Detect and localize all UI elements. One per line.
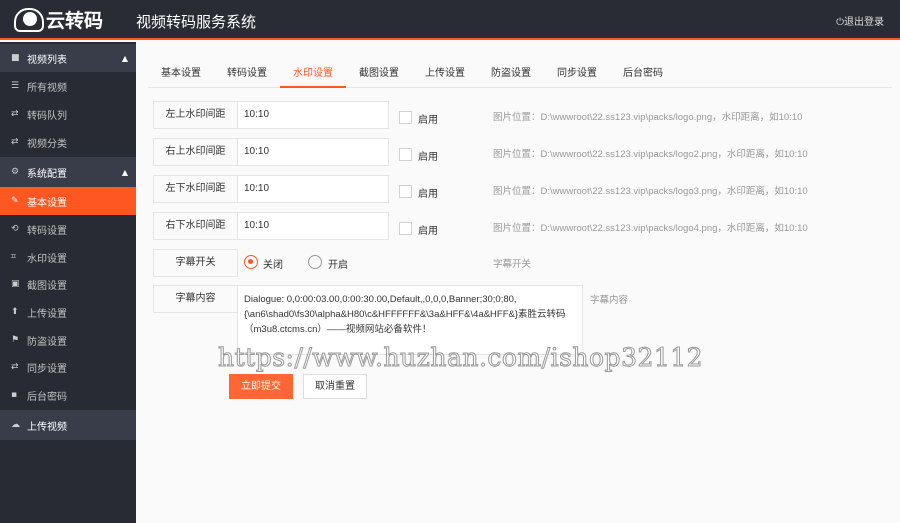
subtitle-on-radio[interactable] (308, 255, 322, 269)
item-label: 后台密码 (27, 391, 67, 403)
image-icon: ▣ (11, 279, 20, 289)
edit-icon: ✎ (11, 196, 19, 206)
subtitle-content-textarea[interactable]: Dialogue: 0,0:00:03.00,0:00:30.00,Defaul… (237, 285, 583, 355)
sidebar-item-screenshot-settings[interactable]: ▣ 截图设置 (0, 270, 136, 298)
item-label: 上传设置 (27, 308, 67, 320)
item-label: 同步设置 (27, 363, 67, 375)
bottom-right-enable-checkbox[interactable] (399, 222, 412, 235)
tab-transcode[interactable]: 转码设置 (214, 60, 280, 88)
subtitle-switch-label: 字幕开关 (153, 249, 238, 277)
bottom-right-margin-input[interactable]: 10:10 (237, 212, 389, 240)
sidebar-item-basic-settings[interactable]: ✎ 基本设置 (0, 187, 136, 215)
list-icon: ☰ (11, 81, 20, 91)
logo-text: 云转码 (46, 10, 104, 32)
sidebar-group-videos[interactable]: ■ 视频列表 ▲ (0, 44, 136, 72)
retweet-icon: ⟲ (11, 224, 19, 234)
top-right-enable-checkbox[interactable] (399, 148, 412, 161)
checkbox-label: 启用 (418, 226, 438, 237)
checkbox-label: 启用 (418, 115, 438, 126)
item-label: 转码队列 (27, 110, 67, 122)
item-label: 视频分类 (27, 138, 67, 150)
item-label: 水印设置 (27, 253, 67, 265)
item-label: 基本设置 (27, 197, 67, 209)
tab-antileech[interactable]: 防盗设置 (478, 60, 544, 88)
subtitle-content-hint: 字幕内容 (590, 295, 629, 306)
tab-basic[interactable]: 基本设置 (148, 60, 214, 88)
upload-icon: ⬆ (11, 307, 19, 317)
logout-label: 退出登录 (844, 17, 884, 28)
bottom-left-margin-input[interactable]: 10:10 (237, 175, 389, 203)
gear-icon: ⚙ (11, 167, 20, 177)
top-left-margin-label: 左上水印间距 (153, 101, 238, 129)
tab-password[interactable]: 后台密码 (610, 60, 676, 88)
subtitle-on-label: 开启 (328, 260, 348, 271)
sidebar-item-all-videos[interactable]: ☰ 所有视频 (0, 72, 136, 100)
sidebar-item-watermark-settings[interactable]: ⌗ 水印设置 (0, 243, 136, 271)
user-card-icon: ▪ (11, 390, 18, 400)
sidebar: ■ 视频列表 ▲ ☰ 所有视频 ⇄ 转码队列 ⇄ 视频分类 ⚙ 系统配置 ▲ ✎ 基本设置 ⟲ 转… (0, 42, 136, 523)
item-label: 防盗设置 (27, 336, 67, 348)
sidebar-item-sync-settings[interactable]: ⇄ 同步设置 (0, 353, 136, 381)
top-right-hint: 图片位置：D:\wwwroot\22.ss123.vip\packs/logo2… (493, 149, 808, 160)
bottom-left-enable-checkbox[interactable] (399, 185, 412, 198)
video-camera-icon: ■ (11, 53, 20, 63)
settings-tabs: 基本设置 转码设置 水印设置 截图设置 上传设置 防盗设置 同步设置 后台密码 (148, 60, 892, 88)
submit-button[interactable]: 立即提交 (229, 374, 293, 399)
top-left-margin-input[interactable]: 10:10 (237, 101, 389, 129)
tab-watermark[interactable]: 水印设置 (280, 60, 346, 88)
group-label: 视频列表 (27, 54, 67, 66)
caret-up-icon: ▲ (121, 167, 128, 177)
bottom-left-hint: 图片位置：D:\wwwroot\22.ss123.vip\packs/logo3… (493, 186, 808, 197)
item-label: 截图设置 (27, 280, 67, 292)
tab-upload[interactable]: 上传设置 (412, 60, 478, 88)
sidebar-item-transcode-settings[interactable]: ⟲ 转码设置 (0, 215, 136, 243)
cloud-logo-icon (14, 7, 44, 32)
exchange-icon: ⇄ (11, 109, 19, 119)
item-label: 转码设置 (27, 225, 67, 237)
app-title: 视频转码服务系统 (136, 13, 257, 31)
group-label: 系统配置 (27, 168, 67, 180)
exchange-icon: ⇄ (11, 362, 19, 372)
top-right-margin-input[interactable]: 10:10 (237, 138, 389, 166)
subtitle-off-radio[interactable] (244, 255, 258, 269)
reset-button[interactable]: 取消重置 (303, 374, 367, 399)
logo[interactable]: 云转码 (14, 6, 103, 33)
flag-icon: ⚑ (11, 335, 20, 345)
item-label: 所有视频 (27, 82, 67, 94)
sidebar-item-antileech-settings[interactable]: ⚑ 防盗设置 (0, 326, 136, 354)
crop-icon: ⌗ (11, 252, 17, 262)
bottom-right-margin-label: 右下水印间距 (153, 212, 238, 240)
bottom-right-hint: 图片位置：D:\wwwroot\22.ss123.vip\packs/logo4… (493, 223, 808, 234)
sidebar-item-transcode-queue[interactable]: ⇄ 转码队列 (0, 100, 136, 128)
cloud-upload-icon: ☁ (11, 420, 20, 430)
bottom-left-margin-label: 左下水印间距 (153, 175, 238, 203)
sidebar-upload-video[interactable]: ☁ 上传视频 (0, 410, 136, 440)
tab-screenshot[interactable]: 截图设置 (346, 60, 412, 88)
sidebar-group-system[interactable]: ⚙ 系统配置 ▲ (0, 157, 136, 187)
top-left-hint: 图片位置：D:\wwwroot\22.ss123.vip\packs/logo.… (493, 112, 803, 123)
item-label: 上传视频 (27, 421, 67, 433)
subtitle-content-label: 字幕内容 (153, 285, 238, 313)
logout-button[interactable]: ⏻退出登录 (836, 13, 884, 28)
caret-up-icon: ▲ (121, 53, 128, 63)
subtitle-switch-hint: 字幕开关 (493, 259, 532, 270)
sidebar-item-categories[interactable]: ⇄ 视频分类 (0, 128, 136, 156)
tab-sync[interactable]: 同步设置 (544, 60, 610, 88)
exchange-icon: ⇄ (11, 137, 19, 147)
sidebar-item-upload-settings[interactable]: ⬆ 上传设置 (0, 298, 136, 326)
top-header: 云转码 视频转码服务系统 ⏻退出登录 (0, 0, 900, 40)
power-icon: ⏻ (836, 17, 844, 28)
top-right-margin-label: 右上水印间距 (153, 138, 238, 166)
checkbox-label: 启用 (418, 189, 438, 200)
top-left-enable-checkbox[interactable] (399, 111, 412, 124)
subtitle-off-label: 关闭 (263, 260, 283, 271)
checkbox-label: 启用 (418, 152, 438, 163)
sidebar-item-admin-password[interactable]: ▪ 后台密码 (0, 381, 136, 409)
